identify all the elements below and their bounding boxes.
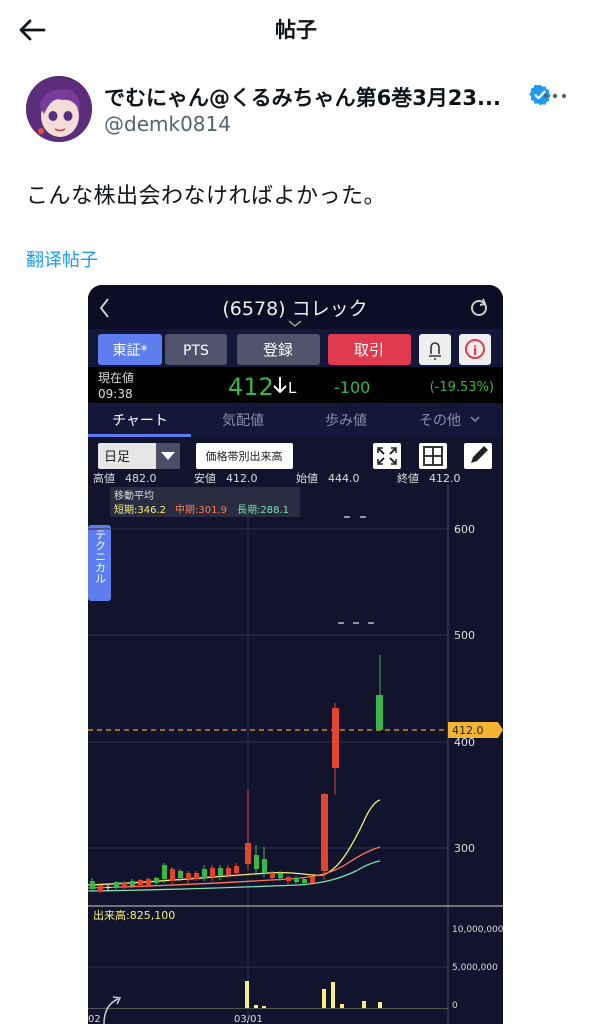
price-change-pct: (-19.53%) <box>430 380 494 395</box>
low-label: 安値 <box>194 471 216 485</box>
svg-text:日足: 日足 <box>104 450 130 465</box>
high-value: 482.0 <box>125 472 157 485</box>
ma-mid: 中期:301.9 <box>175 503 227 516</box>
svg-text:価格帯別出来高: 価格帯別出来高 <box>206 449 283 463</box>
svg-text:取引: 取引 <box>354 341 384 359</box>
svg-text:東証*: 東証* <box>113 343 148 359</box>
price-change: -100 <box>334 378 370 397</box>
avatar[interactable] <box>26 76 92 142</box>
current-price: 412 <box>228 373 274 401</box>
ma-long: 長期:288.1 <box>237 504 289 516</box>
draw-pencil-icon[interactable] <box>464 443 492 469</box>
active-tab-indicator <box>88 434 191 437</box>
volume-label: 出来高:825,100 <box>93 908 175 922</box>
svg-text:テクニカル: テクニカル <box>94 529 107 584</box>
price-label: 現在値 <box>98 370 134 385</box>
open-label: 始値 <box>296 471 318 485</box>
volume-tick-10m: 10,000,000 <box>452 925 503 935</box>
svg-text:登録: 登録 <box>263 341 293 359</box>
date-label-02: 02 <box>88 1014 101 1024</box>
svg-text:412.0: 412.0 <box>452 724 484 737</box>
svg-text:i: i <box>473 344 477 358</box>
user-handle[interactable]: @demk0814 <box>104 112 231 136</box>
low-value: 412.0 <box>226 472 258 485</box>
svg-text:PTS: PTS <box>183 343 209 359</box>
post-image[interactable]: (6578) コレック 東証* PTS 登録 取引 i 現在値 09:38 41… <box>88 285 503 1024</box>
alert-bell-icon[interactable] <box>419 334 451 365</box>
price-tick-300: 300 <box>454 842 475 855</box>
date-label-0301: 03/01 <box>234 1014 263 1024</box>
close-value: 412.0 <box>429 472 461 485</box>
open-value: 444.0 <box>328 472 360 485</box>
post-text: こんな株出会わなければよかった。 <box>26 184 387 209</box>
grid-layout-icon[interactable] <box>419 443 447 469</box>
close-label: 終値 <box>397 471 419 485</box>
price-time: 09:38 <box>98 387 133 401</box>
top-bar: 帖子 <box>0 0 592 58</box>
page-title: 帖子 <box>275 18 317 42</box>
tab-trades[interactable]: 歩み値 <box>325 413 367 429</box>
price-suffix: L <box>288 379 297 397</box>
price-tick-500: 500 <box>454 629 475 642</box>
translate-post-link[interactable]: 翻译帖子 <box>26 246 98 272</box>
more-options-icon[interactable] <box>538 86 572 106</box>
tab-other[interactable]: その他 <box>419 413 461 429</box>
tab-quotes[interactable]: 気配値 <box>222 413 264 429</box>
stock-title: (6578) コレック <box>222 298 367 320</box>
high-label: 高値 <box>93 471 115 485</box>
ma-short: 短期:346.2 <box>114 503 166 516</box>
display-name[interactable]: でむにゃん@くるみちゃん第6巻3月23... <box>104 82 501 112</box>
ma-title: 移動平均 <box>114 489 154 502</box>
fullscreen-icon[interactable] <box>373 443 401 469</box>
volume-tick-5m: 5,000,000 <box>452 963 498 973</box>
post-author: でむにゃん@くるみちゃん第6巻3月23... @demk0814 <box>26 76 571 142</box>
price-tick-600: 600 <box>454 523 475 536</box>
tab-chart[interactable]: チャート <box>112 413 168 429</box>
volume-tick-0: 0 <box>452 1001 458 1011</box>
